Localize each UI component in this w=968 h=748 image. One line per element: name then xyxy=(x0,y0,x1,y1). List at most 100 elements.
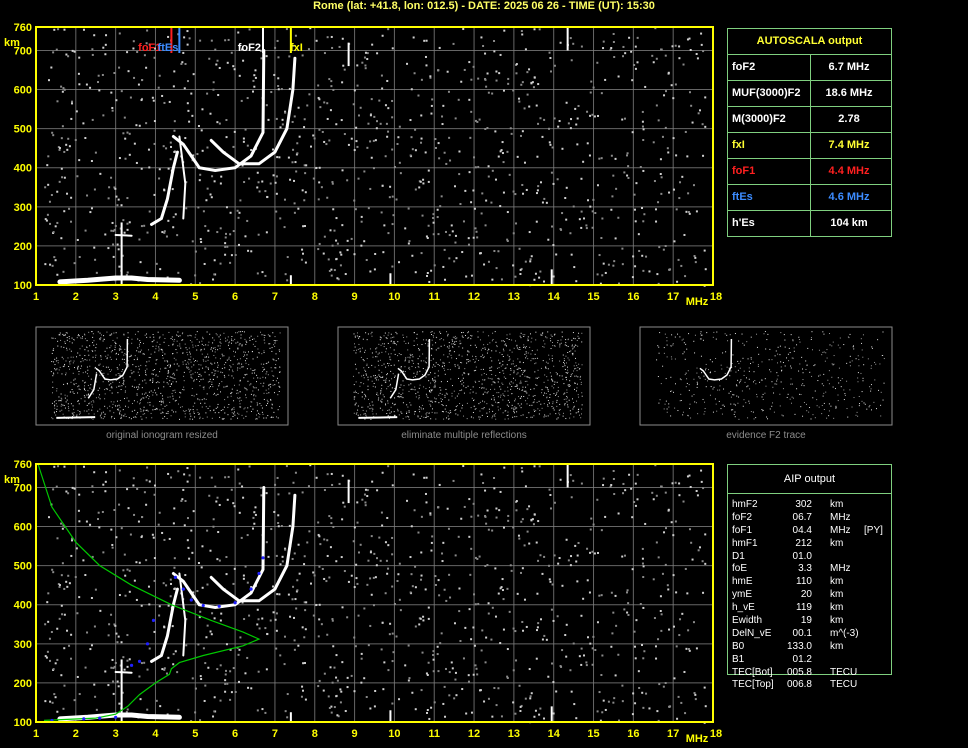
bottom-noise-dot xyxy=(112,667,115,670)
thumbnail-noise-dot xyxy=(353,343,355,345)
thumbnail-noise-dot xyxy=(219,345,221,347)
top-noise-dot xyxy=(467,243,470,246)
top-noise-dot xyxy=(589,205,592,208)
top-noise-dot xyxy=(636,36,639,39)
thumbnail-noise-dot xyxy=(468,331,470,333)
thumbnail-noise-dot xyxy=(145,409,147,411)
top-noise-dot xyxy=(308,93,311,96)
thumbnail-noise-dot xyxy=(260,331,262,333)
bottom-noise-dot xyxy=(208,494,211,497)
thumbnail-noise-dot xyxy=(484,347,486,349)
top-noise-dot xyxy=(681,175,684,178)
thumbnail-noise-dot xyxy=(198,364,200,366)
top-noise-dot xyxy=(543,280,546,283)
top-noise-dot xyxy=(506,238,509,241)
top-noise-dot xyxy=(367,207,370,210)
thumbnail-noise-dot xyxy=(555,413,557,415)
thumbnail-noise-dot xyxy=(236,397,238,399)
bottom-noise-dot xyxy=(172,522,175,525)
thumbnail-noise-dot xyxy=(488,348,490,350)
thumbnail-noise-dot xyxy=(475,369,477,371)
bottom-noise-dot xyxy=(397,573,400,576)
thumbnail-noise-dot xyxy=(234,414,236,416)
top-noise-dot xyxy=(277,85,280,88)
thumbnail-noise-dot xyxy=(398,353,400,355)
top-noise-dot xyxy=(600,236,603,239)
bottom-noise-dot xyxy=(111,546,114,549)
bottom-noise-dot xyxy=(654,645,657,648)
thumbnail-noise-dot xyxy=(159,409,161,411)
bottom-noise-dot xyxy=(510,569,513,572)
top-noise-dot xyxy=(318,181,321,184)
thumbnail-noise-dot xyxy=(378,374,380,376)
bottom-noise-dot xyxy=(63,587,66,590)
thumbnail-noise-dot xyxy=(387,415,389,417)
thumbnail-noise-dot xyxy=(526,380,528,382)
top-noise-dot xyxy=(112,243,115,246)
thumbnail-noise-dot xyxy=(90,401,92,403)
thumbnail-noise-dot xyxy=(235,342,237,344)
thumbnail-noise-dot xyxy=(431,333,433,335)
bottom-noise-dot xyxy=(328,515,331,518)
thumbnail-noise-dot xyxy=(522,371,524,373)
thumbnail-noise-dot xyxy=(491,404,493,406)
thumbnail-noise-dot xyxy=(463,382,465,384)
thumbnail-noise-dot xyxy=(262,376,264,378)
thumbnail-noise-dot xyxy=(81,358,83,360)
thumbnail-noise-dot xyxy=(421,344,423,346)
thumbnail-noise-dot xyxy=(576,375,578,377)
top-noise-dot xyxy=(108,186,111,189)
bottom-noise-dot xyxy=(535,629,538,632)
thumbnail-noise-dot xyxy=(413,345,415,347)
top-noise-dot xyxy=(212,278,215,281)
bottom-noise-dot xyxy=(425,476,428,479)
bottom-fit-point xyxy=(217,604,221,608)
bottom-noise-dot xyxy=(641,547,644,550)
bottom-noise-dot xyxy=(506,648,509,651)
thumbnail-noise-dot xyxy=(357,414,359,416)
bottom-noise-dot xyxy=(436,653,439,656)
thumbnail-noise-dot xyxy=(244,351,246,353)
thumbnail-noise-dot xyxy=(263,352,265,354)
thumbnail-noise-dot xyxy=(274,342,276,344)
thumbnail-noise-dot xyxy=(104,393,106,395)
top-x-tick-label: 16 xyxy=(627,291,639,303)
thumbnail-noise-dot xyxy=(80,337,82,339)
thumbnail-noise-dot xyxy=(172,381,174,383)
thumbnail-noise-dot xyxy=(360,356,362,358)
top-noise-dot xyxy=(247,249,250,252)
bottom-noise-dot xyxy=(257,618,260,621)
top-noise-dot xyxy=(462,220,465,223)
thumbnail-noise-dot xyxy=(225,340,227,342)
thumbnail-noise-dot xyxy=(502,355,504,357)
thumbnail-noise-dot xyxy=(503,372,505,374)
thumbnail-noise-dot xyxy=(464,368,466,370)
bottom-y-tick-label: 500 xyxy=(14,561,32,573)
bottom-noise-dot xyxy=(387,567,390,570)
thumbnail-noise-dot xyxy=(205,366,207,368)
thumbnail-noise-dot xyxy=(408,390,410,392)
thumbnail-noise-dot xyxy=(130,369,132,371)
top-noise-dot xyxy=(219,182,222,185)
thumbnail-noise-dot xyxy=(167,412,169,414)
thumbnail-noise-dot xyxy=(145,382,147,384)
bottom-noise-dot xyxy=(145,503,148,506)
top-noise-dot xyxy=(442,265,445,268)
thumbnail-noise-dot xyxy=(148,356,150,358)
bottom-noise-dot xyxy=(47,592,50,595)
thumbnail-noise-dot xyxy=(421,374,423,376)
top-noise-dot xyxy=(604,271,607,274)
thumbnail-noise-dot xyxy=(255,387,257,389)
thumbnail-noise-dot xyxy=(217,406,219,408)
thumbnail-noise-dot xyxy=(68,407,70,409)
bottom-noise-dot xyxy=(391,553,394,556)
thumbnail-noise-dot xyxy=(430,359,432,361)
thumbnail-noise-dot xyxy=(498,367,500,369)
thumbnail-noise-dot xyxy=(152,379,154,381)
top-noise-dot xyxy=(102,114,105,117)
thumbnail-noise-dot xyxy=(119,373,121,375)
bottom-noise-dot xyxy=(448,671,451,674)
thumbnail-noise-dot xyxy=(400,394,402,396)
top-noise-dot xyxy=(60,237,63,240)
thumbnail-noise-dot xyxy=(62,366,64,368)
